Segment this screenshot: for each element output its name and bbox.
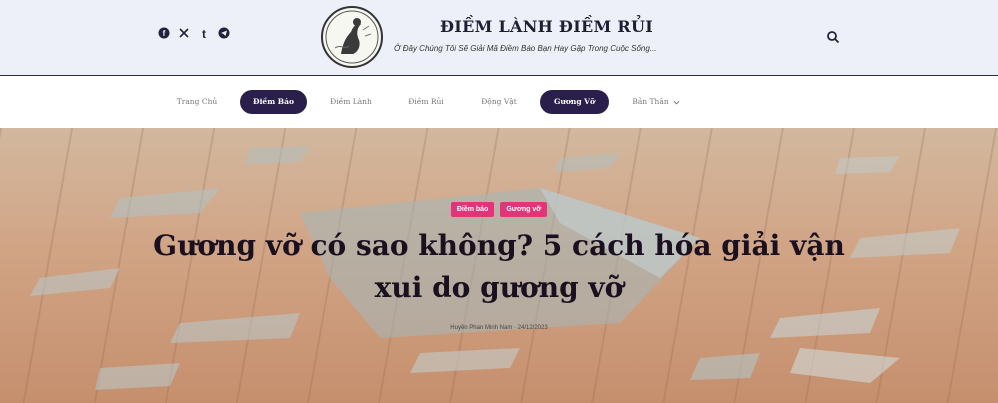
telegram-icon[interactable] xyxy=(218,27,230,39)
site-tagline: Ở Đây Chúng Tôi Sẽ Giải Mã Điềm Báo Bạn … xyxy=(394,44,657,53)
social-links: f t xyxy=(158,27,230,39)
site-title[interactable]: ĐIỀM LÀNH ĐIỀM RỦI xyxy=(440,17,653,36)
nav-item-ban-than-label: Bản Thân xyxy=(632,97,669,106)
category-chip-guong-vo[interactable]: Gương vỡ xyxy=(500,202,548,217)
hero-banner: Điềm báo Gương vỡ Gương vỡ có sao không?… xyxy=(0,128,998,403)
search-icon[interactable] xyxy=(826,30,840,44)
chevron-down-icon xyxy=(673,100,680,105)
nav-item-trang-chu[interactable]: Trang Chủ xyxy=(168,90,226,114)
nav-item-dong-vat[interactable]: Động Vật xyxy=(470,90,528,114)
article-title-line-2: xui do gương vỡ xyxy=(374,271,624,304)
article-meta: Huyền Phan Minh Nam · 24/12/2023 xyxy=(450,325,548,331)
svg-text:t: t xyxy=(202,27,206,39)
tumblr-icon[interactable]: t xyxy=(198,27,210,39)
article-title-line-1: Gương vỡ có sao không? 5 cách hóa giải v… xyxy=(153,229,845,262)
category-chips: Điềm báo Gương vỡ xyxy=(0,202,998,217)
article-title: Gương vỡ có sao không? 5 cách hóa giải v… xyxy=(140,225,858,309)
nav-item-diem-bao[interactable]: Điềm Báo xyxy=(240,90,307,114)
category-chip-diem-bao[interactable]: Điềm báo xyxy=(450,202,495,217)
facebook-icon[interactable]: f xyxy=(158,27,170,39)
svg-text:f: f xyxy=(163,29,166,38)
nav-item-ban-than[interactable]: Bản Thân xyxy=(624,90,688,114)
x-icon[interactable] xyxy=(178,27,190,39)
main-nav: Trang Chủ Điềm Báo Điềm Lành Điềm Rủi Độ… xyxy=(0,77,998,128)
nav-item-guong-vo[interactable]: Gương Vỡ xyxy=(540,90,609,114)
nav-item-diem-lanh[interactable]: Điềm Lành xyxy=(320,90,382,114)
site-header: f t ĐIỀM LÀNH ĐIỀM RỦI Ở Đây Chúng Tôi S… xyxy=(0,0,998,76)
logo-emblem-icon[interactable] xyxy=(321,6,383,68)
nav-item-diem-rui[interactable]: Điềm Rủi xyxy=(397,90,455,114)
